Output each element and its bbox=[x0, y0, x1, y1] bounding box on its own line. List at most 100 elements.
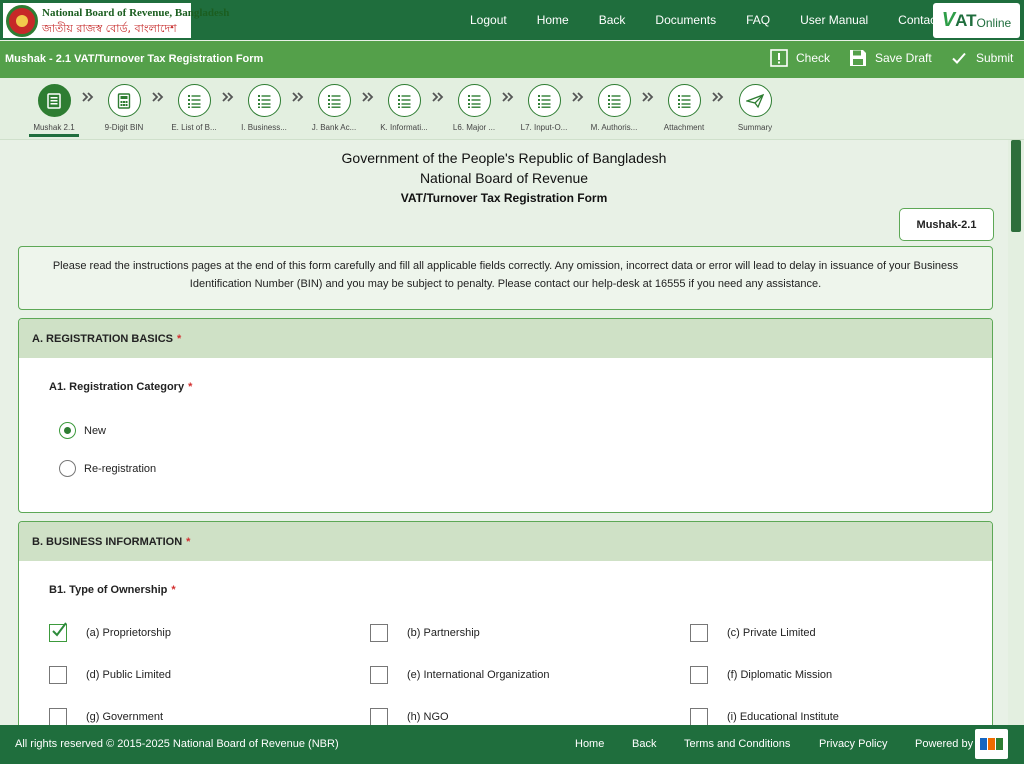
radio-button[interactable] bbox=[59, 422, 76, 439]
save-draft-label: Save Draft bbox=[875, 51, 932, 65]
copyright-text: All rights reserved © 2015-2025 National… bbox=[15, 738, 339, 750]
form-heading: VAT/Turnover Tax Registration Form bbox=[400, 191, 608, 205]
scrollbar-thumb[interactable] bbox=[1011, 140, 1021, 232]
fpt-logo-blue bbox=[980, 738, 987, 750]
step-summary[interactable]: Summary bbox=[720, 84, 790, 132]
checkbox-label: (f) Diplomatic Mission bbox=[727, 669, 833, 681]
checkbox[interactable] bbox=[49, 622, 67, 642]
nav-faq[interactable]: FAQ bbox=[746, 13, 770, 27]
type-of-ownership-label: B1. Type of Ownership * bbox=[49, 584, 176, 596]
required-marker: * bbox=[186, 535, 191, 548]
list-icon bbox=[667, 84, 701, 117]
step-label: Summary bbox=[737, 123, 773, 132]
step-mushak-2-1[interactable]: Mushak 2.1 bbox=[19, 84, 89, 132]
checkbox[interactable] bbox=[49, 708, 67, 725]
footer-terms-link[interactable]: Terms and Conditions bbox=[684, 738, 790, 750]
checkbox-partnership[interactable]: (b) Partnership bbox=[370, 624, 480, 642]
step-label: M. Authoris... bbox=[590, 123, 638, 132]
checkbox[interactable] bbox=[49, 666, 67, 684]
list-icon bbox=[457, 84, 491, 117]
checkbox-label: (d) Public Limited bbox=[86, 669, 171, 681]
government-title: Government of the People's Republic of B… bbox=[341, 150, 667, 166]
checkbox[interactable] bbox=[370, 624, 388, 642]
step-label: L7. Input-O... bbox=[520, 123, 568, 132]
mushak-badge: Mushak-2.1 bbox=[899, 208, 994, 241]
checkmark-icon bbox=[52, 622, 67, 637]
section-title: A. REGISTRATION BASICS bbox=[32, 332, 173, 345]
form-doc-icon bbox=[37, 84, 71, 117]
fpt-logo[interactable] bbox=[975, 729, 1008, 759]
nbr-logo[interactable]: National Board of Revenue, Bangladesh জা… bbox=[2, 2, 229, 39]
form-stepper: Mushak 2.1 9-Digit BIN E. List of B... I… bbox=[0, 78, 1024, 140]
required-marker: * bbox=[171, 584, 176, 596]
step-label: Attachment bbox=[663, 123, 705, 132]
instructions-box: Please read the instructions pages at th… bbox=[18, 246, 993, 310]
nav-user-manual[interactable]: User Manual bbox=[800, 13, 868, 27]
save-draft-button[interactable]: Save Draft bbox=[849, 49, 932, 67]
step-label: L6. Major ... bbox=[452, 123, 496, 132]
logo-english-text: National Board of Revenue, Bangladesh bbox=[42, 6, 230, 19]
field-label-text: A1. Registration Category bbox=[49, 381, 185, 393]
step-authorised[interactable]: M. Authoris... bbox=[579, 84, 649, 132]
step-business[interactable]: I. Business... bbox=[229, 84, 299, 132]
checkbox-public-limited[interactable]: (d) Public Limited bbox=[49, 666, 171, 684]
vat-online-logo[interactable]: V AT Online bbox=[933, 3, 1020, 38]
checkbox-label: (g) Government bbox=[86, 711, 164, 723]
radio-option-re-registration[interactable]: Re-registration bbox=[59, 460, 156, 477]
form-content: Government of the People's Republic of B… bbox=[0, 140, 1008, 725]
step-9-digit-bin[interactable]: 9-Digit BIN bbox=[89, 84, 159, 132]
checkbox-international-organization[interactable]: (e) International Organization bbox=[370, 666, 549, 684]
step-bank-account[interactable]: J. Bank Ac... bbox=[299, 84, 369, 132]
step-input-output[interactable]: L7. Input-O... bbox=[509, 84, 579, 132]
checkbox[interactable] bbox=[370, 708, 388, 725]
checkbox[interactable] bbox=[370, 666, 388, 684]
checkbox[interactable] bbox=[690, 666, 708, 684]
checkbox-private-limited[interactable]: (c) Private Limited bbox=[690, 624, 816, 642]
checkbox[interactable] bbox=[690, 708, 708, 725]
section-header[interactable]: A. REGISTRATION BASICS * bbox=[19, 319, 992, 358]
nav-home[interactable]: Home bbox=[537, 13, 569, 27]
exclamation-box-icon bbox=[770, 49, 788, 67]
vertical-scrollbar[interactable] bbox=[1008, 140, 1024, 725]
nav-back[interactable]: Back bbox=[599, 13, 626, 27]
list-icon bbox=[317, 84, 351, 117]
footer-privacy-link[interactable]: Privacy Policy bbox=[819, 738, 887, 750]
step-list-of-branches[interactable]: E. List of B... bbox=[159, 84, 229, 132]
nav-logout[interactable]: Logout bbox=[470, 13, 507, 27]
footer-back-link[interactable]: Back bbox=[632, 738, 656, 750]
top-navigation-bar: National Board of Revenue, Bangladesh জা… bbox=[0, 0, 1024, 40]
footer-home-link[interactable]: Home bbox=[575, 738, 604, 750]
checkbox-government[interactable]: (g) Government bbox=[49, 708, 163, 725]
footer: All rights reserved © 2015-2025 National… bbox=[0, 725, 1024, 764]
step-attachment[interactable]: Attachment bbox=[649, 84, 719, 132]
submit-button[interactable]: Submit bbox=[950, 49, 1013, 67]
checkbox-proprietorship[interactable]: (a) Proprietorship bbox=[49, 622, 171, 642]
vat-logo-online: Online bbox=[976, 16, 1012, 30]
check-button[interactable]: Check bbox=[770, 49, 830, 67]
required-marker: * bbox=[188, 381, 193, 393]
required-marker: * bbox=[176, 332, 182, 345]
floppy-disk-icon bbox=[849, 49, 867, 67]
radio-option-new[interactable]: New bbox=[59, 422, 106, 439]
checkbox-educational-institute[interactable]: (i) Educational Institute bbox=[690, 708, 839, 725]
logo-text: National Board of Revenue, Bangladesh জা… bbox=[42, 6, 229, 36]
step-major[interactable]: L6. Major ... bbox=[439, 84, 509, 132]
checkbox-ngo[interactable]: (h) NGO bbox=[370, 708, 449, 725]
vat-logo-v: V bbox=[941, 9, 956, 31]
checkbox-label: (b) Partnership bbox=[407, 627, 480, 639]
check-label: Check bbox=[796, 51, 831, 65]
step-information[interactable]: K. Informati... bbox=[369, 84, 439, 132]
radio-button[interactable] bbox=[59, 460, 76, 477]
section-header[interactable]: B. BUSINESS INFORMATION * bbox=[19, 522, 992, 561]
list-icon bbox=[177, 84, 211, 117]
active-step-indicator bbox=[29, 134, 79, 137]
nav-documents[interactable]: Documents bbox=[655, 13, 716, 27]
checkbox-diplomatic-mission[interactable]: (f) Diplomatic Mission bbox=[690, 666, 832, 684]
step-label: K. Informati... bbox=[380, 123, 428, 132]
vat-logo-at: AT bbox=[955, 10, 977, 30]
section-business-information: B. BUSINESS INFORMATION * B1. Type of Own… bbox=[18, 521, 993, 725]
step-label: E. List of B... bbox=[171, 123, 217, 132]
registration-category-label: A1. Registration Category * bbox=[49, 381, 192, 393]
form-title: Mushak - 2.1 VAT/Turnover Tax Registrati… bbox=[5, 53, 264, 65]
checkbox[interactable] bbox=[690, 624, 708, 642]
